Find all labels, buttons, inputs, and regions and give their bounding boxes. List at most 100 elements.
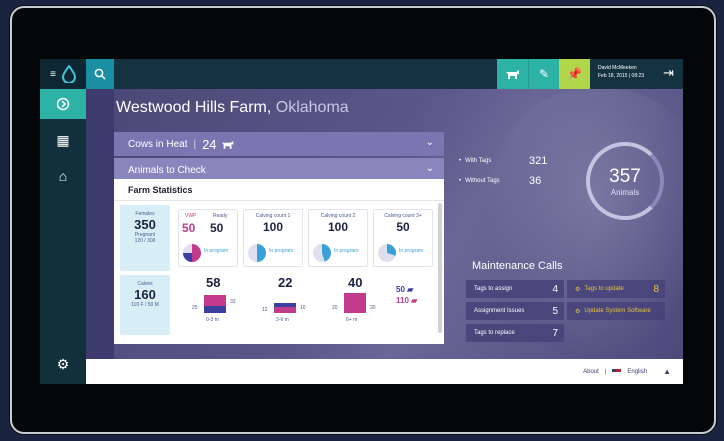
calving-count-value: 100: [327, 220, 349, 234]
calves-summary[interactable]: Calves 160 110 F / 50 M: [120, 275, 170, 335]
language-selector[interactable]: English: [627, 369, 647, 375]
search-button[interactable]: [86, 59, 114, 89]
maintenance-value: 7: [552, 327, 558, 339]
tags-to-update-label: Tags to update: [584, 286, 624, 292]
cow-icon: [505, 70, 519, 79]
separator: |: [193, 138, 197, 150]
calving-pie-chart: [248, 244, 266, 262]
bullet-icon: •: [459, 178, 462, 184]
calving-count-label: Calving count 3+: [384, 213, 422, 219]
calving-count-value: 50: [396, 220, 410, 234]
logout-icon: ⇥: [663, 65, 674, 80]
calving-count-3-card[interactable]: Calving count 3+ 50 In program: [373, 209, 433, 267]
sidebar: ▦ ⌂ ⚙: [40, 89, 86, 384]
age-range: 3-6 m: [276, 317, 289, 323]
update-software-label: Update System Software: [584, 308, 651, 314]
chevron-up-icon[interactable]: ▲: [663, 367, 671, 376]
maintenance-value: 4: [552, 283, 558, 295]
females-row: Females 350 Pregnant 120 / 300 VWP Ready…: [114, 205, 444, 271]
tags-to-update-row[interactable]: ⚙ Tags to update 8: [567, 280, 665, 298]
sidebar-item-settings[interactable]: ⚙: [40, 349, 86, 379]
with-tags-row[interactable]: • With Tags 321: [459, 155, 579, 167]
calving-count-1-card[interactable]: Calving count 1 100 In program: [243, 209, 303, 267]
chevron-down-icon[interactable]: ⌄: [426, 137, 434, 148]
search-icon: [94, 68, 106, 80]
calves-split: 110 F / 50 M: [131, 302, 159, 308]
calf-group-value: 22: [278, 275, 293, 290]
cow-icon: ▰: [407, 285, 414, 294]
about-link[interactable]: About: [583, 369, 599, 375]
sidebar-item-reports[interactable]: ▦: [40, 125, 86, 155]
calf-group-value: 40: [348, 275, 363, 290]
maintenance-row[interactable]: Tags to replace 7: [466, 324, 564, 342]
logout-button[interactable]: ⇥: [663, 65, 674, 81]
calves-row: Calves 160 110 F / 50 M 58 25 33 0-3 m 2…: [114, 275, 444, 335]
maintenance-row[interactable]: Tags to assign 4: [466, 280, 564, 298]
pregnant-value: 120 / 300: [134, 238, 156, 244]
animals-label: Animals: [610, 187, 640, 197]
tags-to-update-value: 8: [653, 283, 659, 295]
female-bar: [344, 293, 366, 313]
male-count: 10: [300, 305, 306, 311]
add-cow-button[interactable]: [497, 59, 528, 89]
females-summary[interactable]: Females 350 Pregnant 120 / 300: [120, 205, 170, 271]
calf-group-3-6[interactable]: 22 12 10 3-6 m: [254, 275, 324, 335]
edit-button[interactable]: ✎: [528, 59, 559, 89]
age-range: 0-3 m: [206, 317, 219, 323]
in-program-label: In program: [334, 248, 359, 254]
user-info[interactable]: David McMeeken Feb 18, 2015 | 08:23: [598, 64, 644, 80]
maintenance-label: Tags to assign: [474, 286, 513, 292]
without-tags-row[interactable]: • Without Tags 36: [459, 175, 579, 187]
calf-group-0-3[interactable]: 58 25 33 0-3 m: [184, 275, 254, 335]
calving-count-2-card[interactable]: Calving count 2 100 In program: [308, 209, 368, 267]
gear-icon: ⚙: [56, 355, 70, 372]
with-tags-label: With Tags: [465, 158, 492, 164]
pin-button[interactable]: 📌: [559, 59, 590, 89]
sidebar-item-dashboard[interactable]: [40, 89, 86, 119]
female-count: 12: [262, 307, 268, 313]
pencil-icon: ✎: [538, 67, 550, 81]
without-tags-value: 36: [529, 175, 542, 187]
cows-in-heat-dropdown[interactable]: Cows in Heat | 24 ⌄: [114, 132, 444, 156]
farm-statistics-panel: Farm Statistics Females 350 Pregnant 120…: [114, 179, 444, 344]
grid-icon: ▦: [56, 131, 70, 148]
pin-icon: 📌: [567, 67, 582, 81]
bullet-icon: •: [459, 158, 462, 164]
gear-icon: ⚙: [575, 286, 581, 293]
calving-pie-chart: [313, 244, 331, 262]
cows-in-heat-label: Cows in Heat: [128, 138, 188, 150]
cows-in-heat-count: 24: [202, 136, 217, 152]
vwp-card[interactable]: VWP Ready 50 50 In program: [178, 209, 238, 267]
app-logo[interactable]: ≡: [40, 59, 86, 89]
sidebar-item-barn[interactable]: ⌂: [40, 161, 86, 191]
maintenance-row[interactable]: Assignment Issues 5: [466, 302, 564, 320]
barn-icon: ⌂: [58, 168, 68, 184]
calf-group-6-plus[interactable]: 40 20 20 6+ m: [324, 275, 394, 335]
maintenance-value: 5: [552, 305, 558, 317]
update-software-row[interactable]: ⚙ Update System Software: [567, 302, 665, 320]
vwp-pie-chart: [183, 244, 201, 262]
female-bar: [274, 307, 296, 313]
in-program-label: In program: [399, 248, 424, 254]
farm-name: Westwood Hills Farm,: [116, 99, 272, 116]
cow-icon: ▰: [411, 296, 418, 305]
farm-state: Oklahoma: [275, 99, 349, 116]
user-name: David McMeeken: [598, 65, 637, 71]
calving-count-label: Calving count 2: [320, 213, 356, 219]
vwp-value: 50: [182, 221, 196, 235]
calving-count-value: 100: [262, 220, 284, 234]
chevron-down-icon[interactable]: ⌄: [426, 163, 434, 174]
separator: |: [604, 368, 607, 375]
footer-links: About | English ▲: [583, 367, 671, 376]
females-value: 350: [134, 217, 156, 232]
animals-count: 357: [609, 165, 641, 187]
male-total: 50: [396, 285, 405, 294]
animals-total-ring[interactable]: 357 Animals: [586, 142, 664, 220]
male-bar: [204, 306, 226, 313]
male-count: 20: [370, 305, 376, 311]
menu-icon[interactable]: ≡: [50, 69, 56, 80]
user-date: Feb 18, 2015 | 08:23: [598, 73, 645, 79]
cow-icon: [221, 140, 233, 149]
top-bar: ≡ ✎ 📌 David McMeeken Feb 18, 2015 | 08:2…: [40, 59, 683, 89]
age-range: 6+ m: [346, 317, 358, 323]
